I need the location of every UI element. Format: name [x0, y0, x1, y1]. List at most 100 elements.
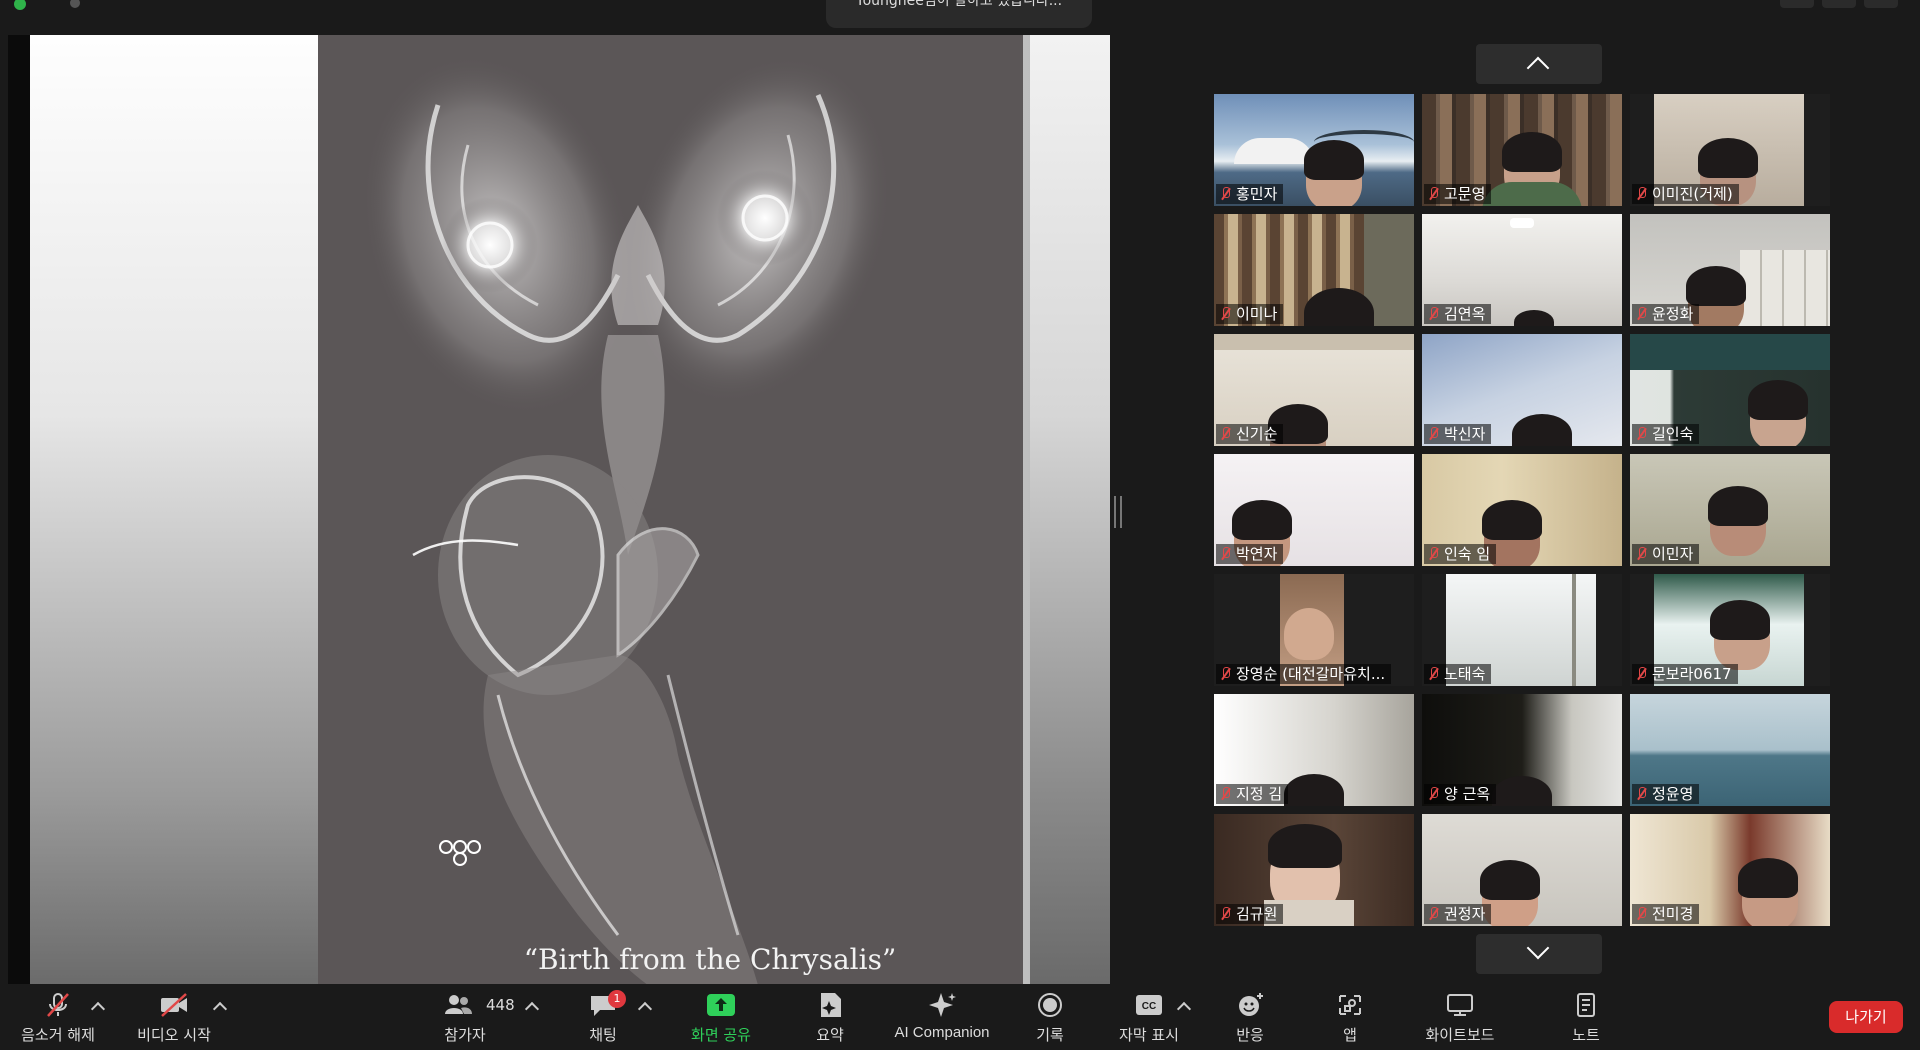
participant-name: 권정자: [1424, 904, 1492, 924]
svg-text:CC: CC: [1142, 1001, 1156, 1012]
window-controls: [1780, 0, 1900, 10]
chrysalis-artwork: [318, 35, 1023, 985]
participant-tile[interactable]: 윤정화: [1630, 214, 1830, 326]
start-video-button[interactable]: 비디오 시작: [126, 992, 222, 1046]
participant-count: 448: [486, 996, 515, 1014]
minimize-button[interactable]: [1822, 0, 1856, 8]
shared-screen: “Birth from the Chrysalis”: [8, 35, 1110, 985]
view-button[interactable]: [1780, 0, 1814, 8]
participant-name: 박연자: [1216, 544, 1284, 564]
participant-tile[interactable]: 길인숙: [1630, 334, 1830, 446]
participant-name: 윤정화: [1632, 304, 1700, 324]
participant-name: 노태숙: [1424, 664, 1492, 684]
participant-name: 전미경: [1632, 904, 1700, 924]
reactions-button[interactable]: 반응: [1210, 992, 1290, 1046]
notes-button[interactable]: 노트: [1546, 992, 1626, 1046]
record-icon: [1038, 993, 1062, 1017]
fullscreen-button[interactable]: [1864, 0, 1898, 8]
artwork-caption: “Birth from the Chrysalis”: [523, 943, 897, 976]
muted-mic-icon: [1636, 907, 1646, 921]
muted-mic-icon: [1636, 187, 1646, 201]
participant-tile[interactable]: 이미나: [1214, 214, 1414, 326]
participant-gallery: 홍민자 고문영 이미진(거제) 이미나 김연옥 윤정화 신기순 박신자 길인숙 …: [1214, 94, 1832, 928]
participant-tile[interactable]: 이미진(거제): [1630, 94, 1830, 206]
chevron-down-icon: [1526, 936, 1550, 960]
participant-tile[interactable]: 권정자: [1422, 814, 1622, 926]
participant-name: 이미나: [1216, 304, 1284, 324]
shared-slide: “Birth from the Chrysalis”: [30, 35, 1110, 985]
muted-mic-icon: [1428, 187, 1438, 201]
apps-button[interactable]: 앱: [1310, 992, 1390, 1046]
participants-icon: [444, 995, 472, 1014]
unmute-button[interactable]: 음소거 해제: [10, 992, 106, 1046]
ai-companion-button[interactable]: AI Companion: [884, 992, 1000, 1046]
participant-tile[interactable]: 홍민자: [1214, 94, 1414, 206]
participant-tile[interactable]: 정윤영: [1630, 694, 1830, 806]
muted-mic-icon: [1220, 907, 1230, 921]
muted-mic-icon: [1220, 667, 1230, 681]
participant-tile[interactable]: 이민자: [1630, 454, 1830, 566]
muted-mic-icon: [1636, 667, 1646, 681]
muted-mic-icon: [1428, 307, 1438, 321]
participant-name: 지정 김: [1216, 784, 1289, 804]
split-resize-handle[interactable]: [1114, 496, 1122, 528]
participant-name: 김규원: [1216, 904, 1284, 924]
slide-right-panel: [1030, 35, 1110, 985]
muted-mic-icon: [1428, 787, 1438, 801]
participant-tile[interactable]: 신기순: [1214, 334, 1414, 446]
slide-left-panel: [30, 35, 318, 985]
participant-tile[interactable]: 김연옥: [1422, 214, 1622, 326]
muted-mic-icon: [1636, 427, 1646, 441]
whiteboard-button[interactable]: 화이트보드: [1410, 992, 1510, 1046]
participant-name: 신기순: [1216, 424, 1284, 444]
speaking-toast: Younghee님이 말하고 있습니다...: [826, 0, 1092, 28]
muted-mic-icon: [1428, 667, 1438, 681]
chat-button[interactable]: 채팅: [558, 992, 648, 1046]
participant-name: 이민자: [1632, 544, 1700, 564]
participant-name: 양 근옥: [1424, 784, 1497, 804]
muted-mic-icon: [1428, 907, 1438, 921]
whiteboard-icon: [1447, 994, 1473, 1016]
gallery-prev-page-button[interactable]: [1476, 44, 1602, 84]
shield-icon[interactable]: [14, 0, 26, 10]
share-screen-icon: [707, 994, 735, 1016]
muted-mic-icon: [1220, 307, 1230, 321]
participant-name: 김연옥: [1424, 304, 1492, 324]
muted-mic-icon: [1428, 547, 1438, 561]
participant-name: 고문영: [1424, 184, 1492, 204]
participant-tile[interactable]: 인숙 임: [1422, 454, 1622, 566]
participant-tile[interactable]: 지정 김: [1214, 694, 1414, 806]
gallery-next-page-button[interactable]: [1476, 934, 1602, 974]
participant-name: 이미진(거제): [1632, 184, 1739, 204]
participant-tile[interactable]: 노태숙: [1422, 574, 1622, 686]
participant-tile[interactable]: 전미경: [1630, 814, 1830, 926]
muted-mic-icon: [1220, 787, 1230, 801]
meeting-status: [14, 0, 124, 12]
participant-name: 홍민자: [1216, 184, 1284, 204]
info-icon[interactable]: [70, 0, 80, 8]
closed-captions-icon: CC: [1136, 995, 1162, 1015]
record-button[interactable]: 기록: [1010, 992, 1090, 1046]
muted-mic-icon: [1220, 427, 1230, 441]
participant-tile[interactable]: 박연자: [1214, 454, 1414, 566]
participant-name: 박신자: [1424, 424, 1492, 444]
muted-mic-icon: [1220, 547, 1230, 561]
chat-unread-badge: 1: [608, 990, 626, 1008]
participant-tile[interactable]: 박신자: [1422, 334, 1622, 446]
summary-document-icon: [821, 993, 841, 1017]
participant-name: 문보라0617: [1632, 664, 1738, 684]
participant-tile[interactable]: 장영순 (대전갈마유치...: [1214, 574, 1414, 686]
captions-button[interactable]: CC 자막 표시: [1106, 992, 1192, 1046]
participant-tile[interactable]: 양 근옥: [1422, 694, 1622, 806]
leave-meeting-button[interactable]: 나가기: [1829, 1001, 1903, 1033]
apps-icon: [1339, 995, 1361, 1015]
participant-name: 인숙 임: [1424, 544, 1497, 564]
top-bar: Younghee님이 말하고 있습니다...: [0, 0, 1920, 34]
muted-mic-icon: [1636, 787, 1646, 801]
participant-tile[interactable]: 고문영: [1422, 94, 1622, 206]
share-screen-button[interactable]: 화면 공유: [676, 992, 766, 1046]
participant-tile[interactable]: 김규원: [1214, 814, 1414, 926]
muted-mic-icon: [1636, 307, 1646, 321]
summary-button[interactable]: 요약: [790, 992, 870, 1046]
participant-tile[interactable]: 문보라0617: [1630, 574, 1830, 686]
